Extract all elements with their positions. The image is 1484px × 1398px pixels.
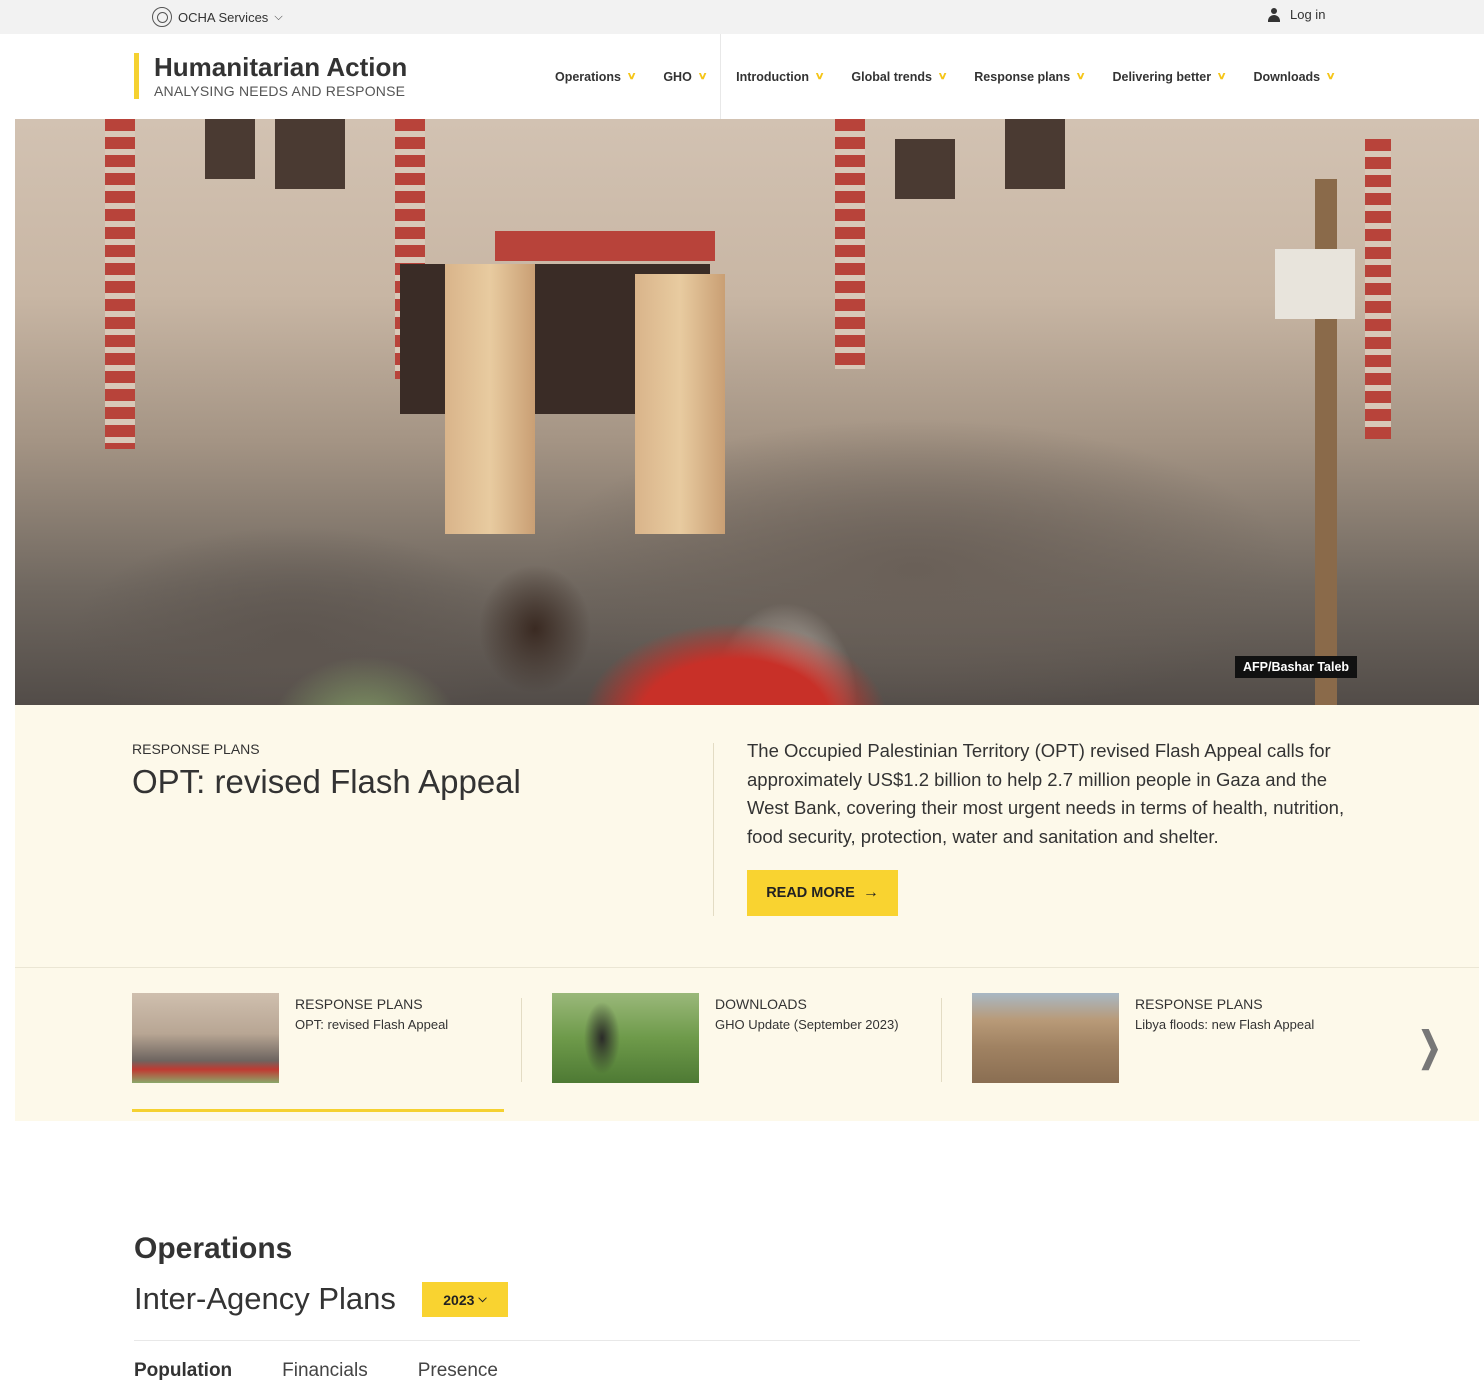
site-logo[interactable]: Humanitarian Action ANALYSING NEEDS AND … (134, 53, 407, 99)
chevron-down-icon: ⌵ (478, 1293, 487, 1305)
nav-operations[interactable]: Operations ∨ (555, 69, 637, 84)
slide-thumbnail (552, 993, 699, 1083)
site-title: Humanitarian Action (154, 52, 408, 82)
photo-credit: AFP/Bashar Taleb (1235, 656, 1358, 678)
login-link[interactable]: Log in (1268, 7, 1325, 22)
nav-response-plans[interactable]: Response plans ∨ (974, 69, 1086, 84)
feature-divider (713, 743, 714, 916)
slide-thumbnail (132, 993, 279, 1083)
nav-label: Global trends (851, 69, 932, 84)
chevron-down-icon: ∨ (814, 71, 825, 82)
slide-divider (941, 998, 942, 1082)
nav-label: Delivering better (1112, 69, 1212, 84)
slide-thumbnail (972, 993, 1119, 1083)
nav-label: Introduction (736, 69, 810, 84)
login-label: Log in (1290, 7, 1326, 22)
carousel-slide[interactable]: DOWNLOADS GHO Update (September 2023) (552, 993, 924, 1083)
site-header: Humanitarian Action ANALYSING NEEDS AND … (15, 34, 1479, 119)
nav-gho[interactable]: GHO ∨ (663, 69, 708, 84)
feature-title: OPT: revised Flash Appeal (132, 763, 521, 800)
un-emblem-icon (152, 7, 172, 27)
read-more-label: READ MORE (766, 885, 855, 901)
chevron-down-icon: ∨ (1075, 71, 1086, 82)
chevron-down-icon: ∨ (626, 71, 637, 82)
utility-bar: OCHA Services ⌵ Log in (0, 0, 1484, 34)
carousel-slide[interactable]: RESPONSE PLANS OPT: revised Flash Appeal (132, 993, 504, 1083)
slide-category: RESPONSE PLANS (1135, 996, 1263, 1012)
nav-global-trends[interactable]: Global trends ∨ (851, 69, 948, 84)
tab-population[interactable]: Population (134, 1360, 232, 1382)
tab-financials[interactable]: Financials (282, 1360, 368, 1382)
feature-description: The Occupied Palestinian Territory (OPT)… (747, 740, 1345, 847)
chevron-down-icon: ∨ (937, 71, 948, 82)
featured-story: RESPONSE PLANS OPT: revised Flash Appeal… (15, 705, 1479, 967)
carousel-slide[interactable]: RESPONSE PLANS Libya floods: new Flash A… (972, 993, 1344, 1083)
chevron-down-icon: ∨ (1325, 71, 1336, 82)
chevron-down-icon: ∨ (1216, 71, 1227, 82)
inter-agency-plans-heading: Inter-Agency Plans (134, 1281, 396, 1316)
nav-label: GHO (663, 69, 692, 84)
arrow-right-icon: → (862, 884, 879, 901)
year-value: 2023 (443, 1291, 475, 1308)
story-carousel: RESPONSE PLANS OPT: revised Flash Appeal… (15, 967, 1479, 1121)
section-divider (134, 1340, 1360, 1341)
hero-image: AFP/Bashar Taleb (15, 119, 1479, 705)
operations-tabs: Population Financials Presence (134, 1360, 498, 1382)
read-more-button[interactable]: READ MORE → (747, 870, 898, 916)
nav-delivering-better[interactable]: Delivering better ∨ (1112, 69, 1227, 84)
slide-category: DOWNLOADS (715, 996, 807, 1012)
ocha-services-label: OCHA Services (178, 9, 269, 25)
nav-downloads[interactable]: Downloads ∨ (1253, 69, 1336, 84)
slide-title: Libya floods: new Flash Appeal (1135, 1017, 1315, 1032)
slide-category: RESPONSE PLANS (295, 996, 423, 1012)
active-slide-indicator (132, 1109, 504, 1112)
nav-introduction[interactable]: Introduction ∨ (736, 69, 825, 84)
chevron-right-icon[interactable]: ❯ (1418, 1024, 1441, 1070)
nav-label: Response plans (974, 69, 1071, 84)
slide-title: OPT: revised Flash Appeal (295, 1017, 449, 1032)
site-subtitle: ANALYSING NEEDS AND RESPONSE (154, 83, 406, 99)
slide-divider (521, 998, 522, 1082)
ocha-services-menu[interactable]: OCHA Services ⌵ (152, 7, 283, 27)
year-dropdown[interactable]: 2023 ⌵ (422, 1282, 508, 1317)
nav-label: Operations (555, 69, 621, 84)
chevron-down-icon: ⌵ (274, 10, 283, 23)
user-icon (1268, 7, 1280, 22)
feature-category: RESPONSE PLANS (132, 741, 260, 757)
nav-divider (720, 34, 722, 119)
slide-title: GHO Update (September 2023) (715, 1017, 899, 1032)
main-nav: Operations ∨ GHO ∨ Introduction ∨ Global… (555, 34, 1336, 119)
chevron-down-icon: ∨ (697, 71, 708, 82)
operations-heading: Operations (134, 1232, 293, 1265)
nav-label: Downloads (1253, 69, 1321, 84)
tab-presence[interactable]: Presence (418, 1360, 498, 1382)
